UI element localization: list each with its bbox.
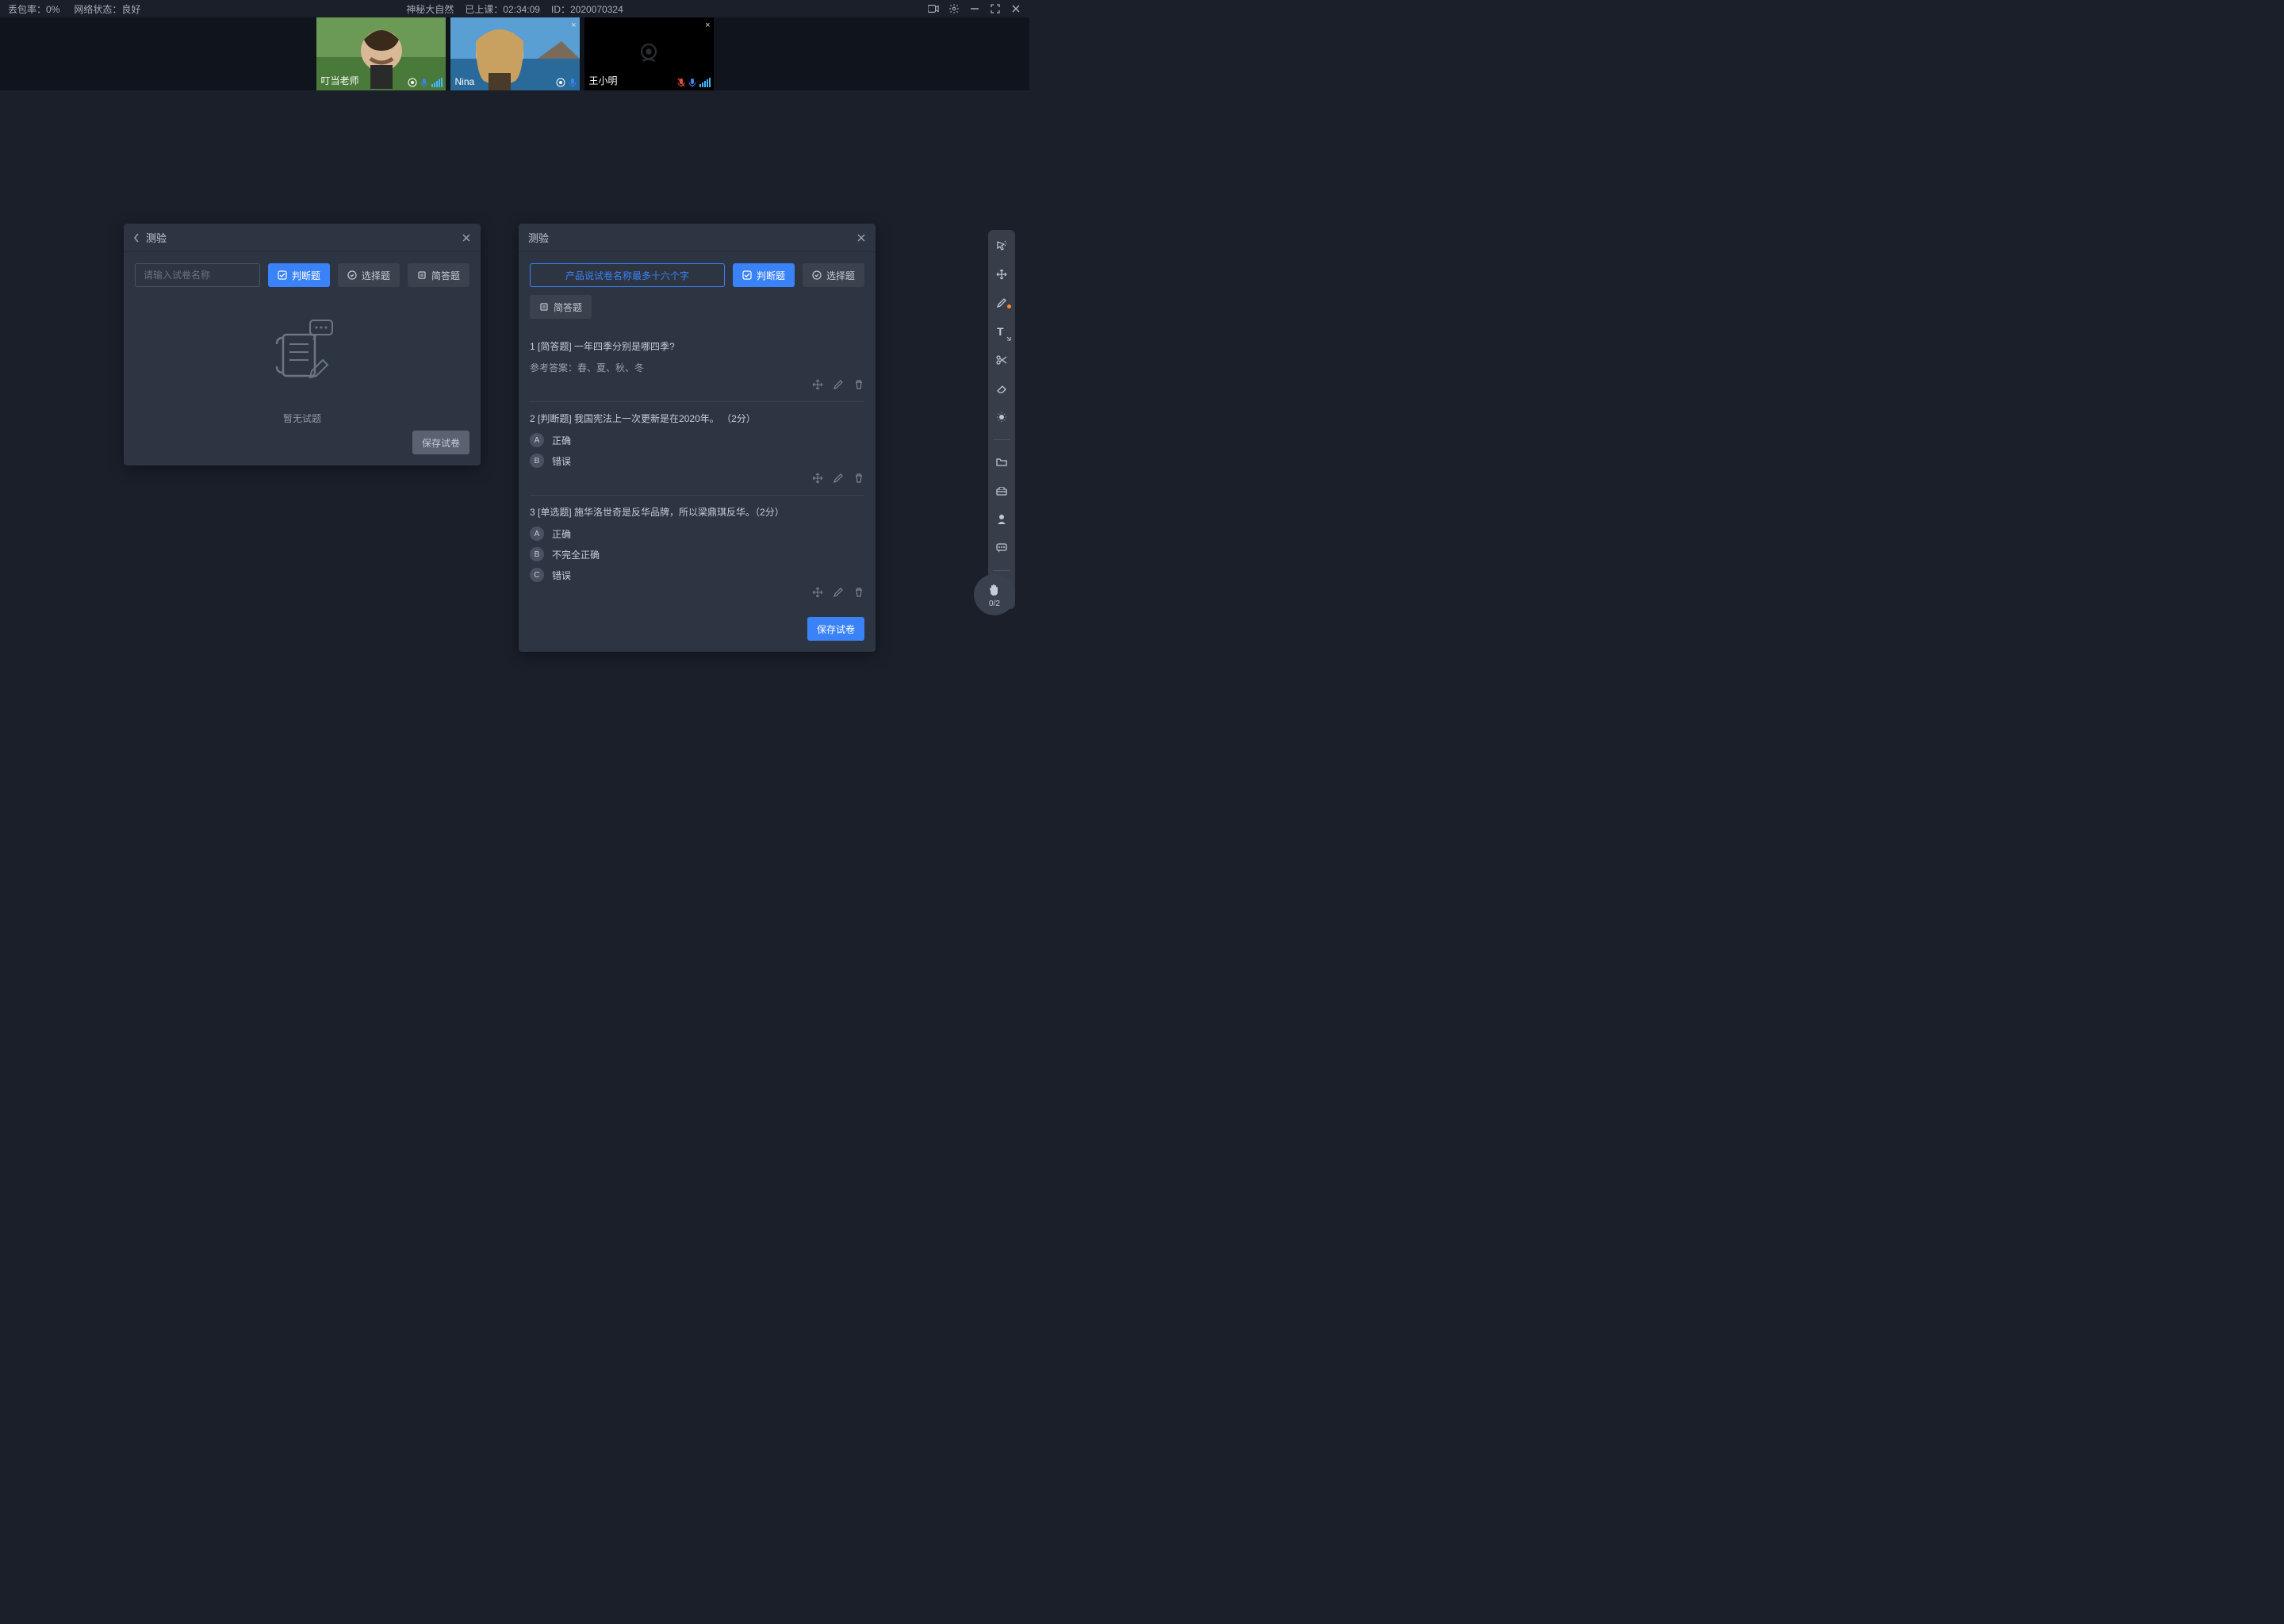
loss-value: 0% (46, 4, 59, 15)
video-tile-teacher[interactable]: 叮当老师 (316, 17, 446, 90)
question-item: 2 [判断题] 我国宪法上一次更新是在2020年。 （2分） A正确 B错误 (530, 402, 864, 496)
option-row[interactable]: B不完全正确 (530, 547, 864, 561)
delete-icon[interactable] (853, 379, 864, 390)
maximize-icon[interactable] (990, 3, 1001, 14)
quiz-panel-filled: 测验 产品说试卷名称最多十六个字 判断题 选择题 简答题 1 [简答题] 一年四… (519, 224, 876, 652)
audio-level-icon (431, 78, 443, 87)
video-strip: 叮当老师 × Nina × 王小明 (0, 17, 1029, 90)
camera-toggle-icon[interactable] (928, 3, 939, 14)
folder-tool-icon[interactable] (994, 454, 1010, 470)
user-tool-icon[interactable] (994, 511, 1010, 527)
hand-raise-count: 0/2 (989, 599, 1000, 608)
option-row[interactable]: B错误 (530, 454, 864, 468)
empty-illustration-icon (263, 314, 342, 393)
hand-raise-button[interactable]: 0/2 (974, 574, 1015, 615)
audio-level-icon (699, 78, 711, 87)
quiz-name-display[interactable]: 产品说试卷名称最多十六个字 (530, 263, 725, 287)
question-item: 1 [简答题] 一年四季分别是哪四季? 参考答案：春、夏、秋、冬 (530, 330, 864, 402)
save-quiz-button[interactable]: 保存试卷 (807, 617, 864, 641)
quiz-name-input[interactable] (135, 263, 260, 287)
video-tile-student[interactable]: × 王小明 (584, 17, 714, 90)
toolbox-tool-icon[interactable] (994, 483, 1010, 499)
brightness-tool-icon[interactable] (994, 409, 1010, 425)
move-tool-icon[interactable] (994, 266, 1010, 282)
option-row[interactable]: A正确 (530, 433, 864, 447)
mic-icon (688, 78, 696, 87)
move-icon[interactable] (812, 473, 823, 484)
close-icon[interactable] (856, 233, 866, 243)
top-bar: 丢包率：0% 网络状态：良好 神秘大自然 已上课：02:34:09 ID：202… (0, 0, 1029, 17)
minimize-icon[interactable] (969, 3, 980, 14)
question-item: 3 [单选题] 施华洛世奇是反华品牌，所以梁鼎琪反华。（2分） A正确 B不完全… (530, 496, 864, 609)
participant-name: 王小明 (589, 74, 618, 87)
delete-icon[interactable] (853, 587, 864, 598)
signal-icon (556, 78, 565, 87)
elapsed-label: 已上课： (465, 4, 503, 15)
settings-icon[interactable] (948, 3, 960, 14)
close-tile-icon[interactable]: × (705, 21, 710, 30)
pointer-tool-icon[interactable] (994, 238, 1010, 254)
close-tile-icon[interactable]: × (571, 21, 576, 30)
side-toolbar: T (988, 230, 1015, 609)
save-quiz-button[interactable]: 保存试卷 (412, 431, 469, 454)
edit-icon[interactable] (833, 587, 844, 598)
participant-name: 叮当老师 (321, 74, 359, 87)
id-label: ID： (551, 4, 570, 15)
signal-icon (408, 78, 417, 87)
participant-name: Nina (455, 76, 475, 87)
svg-text:T: T (997, 325, 1004, 338)
elapsed-value: 02:34:09 (503, 4, 540, 15)
move-icon[interactable] (812, 587, 823, 598)
add-short-button[interactable]: 简答题 (408, 263, 469, 287)
text-tool-icon[interactable]: T (994, 324, 1010, 339)
add-choice-button[interactable]: 选择题 (338, 263, 400, 287)
empty-text: 暂无试题 (135, 412, 469, 423)
net-value: 良好 (121, 4, 140, 15)
eraser-tool-icon[interactable] (994, 381, 1010, 396)
video-tile-student[interactable]: × Nina (450, 17, 580, 90)
close-icon[interactable] (462, 233, 471, 243)
add-choice-button[interactable]: 选择题 (803, 263, 864, 287)
chat-tool-icon[interactable] (994, 540, 1010, 556)
loss-label: 丢包率： (8, 4, 46, 15)
panel-title: 测验 (528, 230, 549, 245)
option-row[interactable]: C错误 (530, 568, 864, 582)
id-value: 2020070324 (570, 4, 623, 15)
mic-icon (420, 78, 428, 87)
pen-tool-icon[interactable] (994, 295, 1010, 311)
quiz-panel-empty: 测验 判断题 选择题 简答题 (124, 224, 481, 465)
edit-icon[interactable] (833, 473, 844, 484)
close-window-icon[interactable] (1010, 3, 1021, 14)
net-label: 网络状态： (74, 4, 121, 15)
panel-title: 测验 (146, 230, 167, 245)
delete-icon[interactable] (853, 473, 864, 484)
mic-muted-icon (677, 78, 685, 87)
back-icon[interactable] (133, 233, 140, 243)
add-short-button[interactable]: 简答题 (530, 295, 592, 319)
add-judge-button[interactable]: 判断题 (268, 263, 330, 287)
course-title: 神秘大自然 (406, 2, 454, 16)
move-icon[interactable] (812, 379, 823, 390)
mic-icon (569, 78, 577, 87)
add-judge-button[interactable]: 判断题 (733, 263, 795, 287)
scissors-tool-icon[interactable] (994, 352, 1010, 368)
edit-icon[interactable] (833, 379, 844, 390)
option-row[interactable]: A正确 (530, 527, 864, 541)
